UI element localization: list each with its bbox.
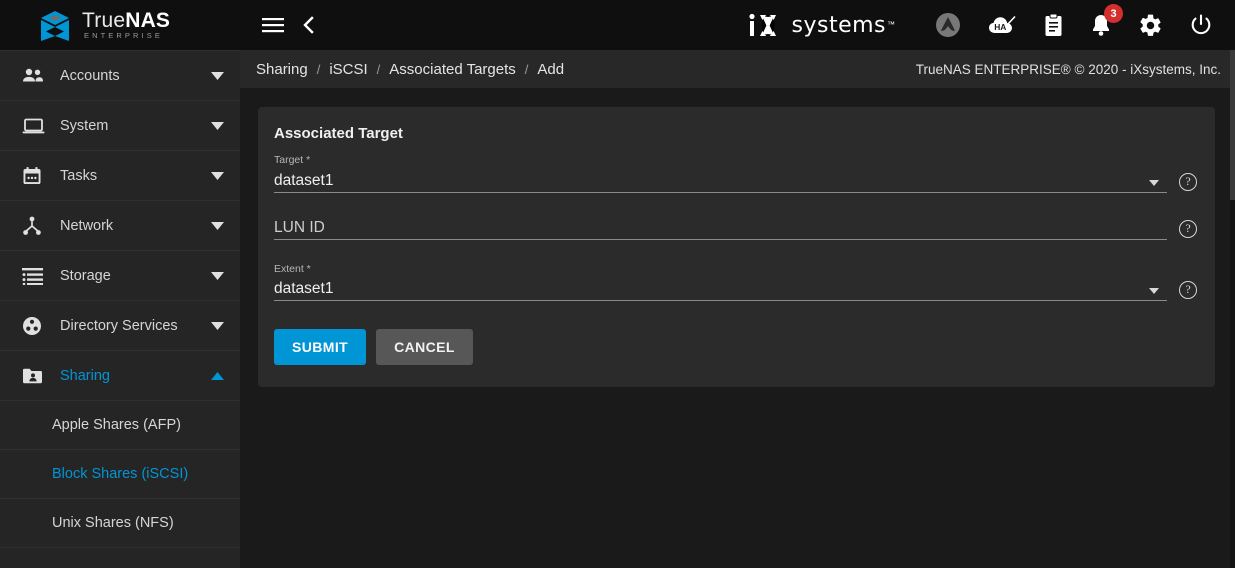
sidebar-item-network[interactable]: Network <box>0 201 240 251</box>
lun-id-field-group: LUN ID ? <box>274 216 1197 240</box>
gear-icon[interactable] <box>1138 13 1163 38</box>
target-help-icon[interactable]: ? <box>1179 172 1197 191</box>
breadcrumb-separator: / <box>524 61 529 77</box>
bell-icon[interactable]: 3 <box>1090 4 1123 37</box>
top-bar: TrueNAS ENTERPRISE systems ™ HA 3 <box>0 0 1235 50</box>
chevron-down-icon[interactable] <box>211 71 224 80</box>
sidebar-item-sharing[interactable]: Sharing <box>0 351 240 401</box>
ixsystems-mark-icon <box>748 13 776 37</box>
ixsystems-logo: systems ™ <box>746 12 895 38</box>
truenas-logo-icon <box>38 8 72 42</box>
clipboard-icon[interactable] <box>1043 13 1064 38</box>
sidebar-nav[interactable]: Accounts System Tasks Network Storage Di… <box>0 50 240 568</box>
target-field-group: Target * dataset1 ? <box>274 154 1197 193</box>
sidebar-item-label: Sharing <box>60 367 110 384</box>
extent-field-label: Extent * <box>274 262 311 275</box>
target-dropdown-arrow-icon[interactable] <box>1149 179 1159 186</box>
chevron-down-icon[interactable] <box>211 171 224 180</box>
storage-list-icon <box>22 267 48 285</box>
brand-logo[interactable]: TrueNAS ENTERPRISE <box>0 0 240 50</box>
copyright-text: TrueNAS ENTERPRISE® © 2020 - iXsystems, … <box>915 61 1221 77</box>
logo-text-nas: NAS <box>125 9 171 33</box>
extent-select[interactable]: dataset1 <box>274 277 1167 302</box>
truecommand-icon[interactable] <box>935 12 961 38</box>
ixsystems-wordmark: systems <box>791 13 886 38</box>
sidebar-item-system[interactable]: System <box>0 101 240 151</box>
calendar-icon <box>22 166 48 186</box>
breadcrumb-item-iscsi[interactable]: iSCSI <box>329 61 367 78</box>
sidebar-subitem-unix-shares[interactable]: Unix Shares (NFS) <box>0 499 240 548</box>
logo-text-true: True <box>82 9 126 33</box>
laptop-icon <box>22 117 48 135</box>
extent-help-icon[interactable]: ? <box>1179 281 1197 300</box>
cancel-button[interactable]: CANCEL <box>376 329 473 366</box>
target-field-label: Target * <box>274 154 311 166</box>
chevron-up-icon[interactable] <box>211 371 224 380</box>
breadcrumb-separator: / <box>316 61 321 77</box>
extent-dropdown-arrow-icon[interactable] <box>1149 288 1159 295</box>
sidebar-item-label: Directory Services <box>60 317 178 334</box>
chevron-down-icon[interactable] <box>211 221 224 230</box>
svg-text:HA: HA <box>994 22 1006 32</box>
sidebar-subitem-partial[interactable] <box>0 548 240 568</box>
sidebar-subitem-block-shares[interactable]: Block Shares (iSCSI) <box>0 450 240 499</box>
breadcrumb-item-associated-targets[interactable]: Associated Targets <box>389 61 515 78</box>
lun-id-input[interactable]: LUN ID <box>274 216 1167 240</box>
sidebar-item-label: Storage <box>60 267 111 284</box>
target-select[interactable]: dataset1 <box>274 169 1167 193</box>
form-actions: SUBMIT CANCEL <box>274 329 1197 366</box>
sidebar-item-label: Network <box>60 217 114 234</box>
page-scrollbar[interactable] <box>1230 50 1235 568</box>
shared-folder-icon <box>22 367 48 385</box>
sidebar-item-accounts[interactable]: Accounts <box>0 51 240 101</box>
chevron-down-icon[interactable] <box>211 121 224 130</box>
sidebar-item-label: System <box>60 117 109 134</box>
breadcrumb-item-sharing[interactable]: Sharing <box>256 61 308 78</box>
directory-services-icon <box>22 316 48 336</box>
power-icon[interactable] <box>1189 13 1213 37</box>
chevron-down-icon[interactable] <box>211 321 224 330</box>
truenas-app-window: TrueNAS ENTERPRISE systems ™ HA 3 Accoun… <box>0 0 1235 568</box>
trademark-mark: ™ <box>887 20 895 29</box>
sidebar-item-storage[interactable]: Storage <box>0 251 240 301</box>
page-title: Associated Target <box>274 125 403 142</box>
network-node-icon <box>22 216 48 236</box>
hamburger-menu-icon[interactable] <box>262 17 284 33</box>
breadcrumb: Sharing / iSCSI / Associated Targets / A… <box>256 61 564 78</box>
associated-target-card: Associated Target Target * dataset1 ? LU… <box>258 107 1215 388</box>
extent-field-group: Extent * dataset1 ? <box>274 263 1197 302</box>
ha-cloud-icon[interactable]: HA <box>987 13 1017 37</box>
main-content: Sharing / iSCSI / Associated Targets / A… <box>240 50 1235 568</box>
sidebar-item-label: Accounts <box>60 67 120 84</box>
breadcrumb-separator: / <box>376 61 381 77</box>
lun-id-help-icon[interactable]: ? <box>1179 219 1197 238</box>
sidebar-item-label: Tasks <box>60 167 98 184</box>
logo-tier-label: ENTERPRISE <box>84 31 163 41</box>
chevron-left-icon[interactable] <box>302 15 316 35</box>
breadcrumb-bar: Sharing / iSCSI / Associated Targets / A… <box>240 50 1235 89</box>
page-body: Associated Target Target * dataset1 ? LU… <box>240 89 1235 568</box>
alert-count-badge: 3 <box>1104 4 1123 23</box>
sidebar-item-tasks[interactable]: Tasks <box>0 151 240 201</box>
people-icon <box>22 67 48 85</box>
breadcrumb-item-add: Add <box>537 60 565 78</box>
submit-button[interactable]: SUBMIT <box>274 329 367 366</box>
page-scrollbar-thumb[interactable] <box>1230 50 1235 200</box>
sidebar-item-directory-services[interactable]: Directory Services <box>0 301 240 351</box>
sidebar-subitem-apple-shares[interactable]: Apple Shares (AFP) <box>0 401 240 450</box>
chevron-down-icon[interactable] <box>211 271 224 280</box>
